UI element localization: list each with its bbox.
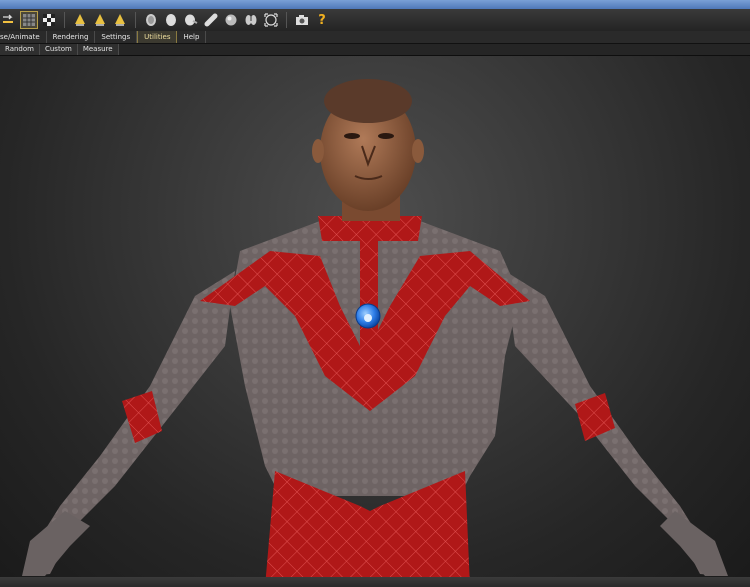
head-tilt-icon[interactable] — [182, 11, 200, 29]
tab-help[interactable]: Help — [177, 31, 207, 43]
tab-settings[interactable]: Settings — [95, 31, 138, 43]
help-glyph: ? — [318, 12, 326, 28]
cone-light-icon[interactable] — [111, 11, 129, 29]
checker-icon[interactable] — [40, 11, 58, 29]
collar-stripe — [360, 221, 378, 386]
figure-left-arm — [22, 271, 235, 576]
toolbar-separator — [135, 12, 136, 28]
figure-head — [312, 79, 424, 211]
toolbar: ? — [0, 9, 750, 32]
tab-rendering[interactable]: Rendering — [47, 31, 96, 43]
subtab-custom[interactable]: Custom — [39, 44, 78, 55]
window-titlebar — [0, 0, 750, 9]
joint-marker[interactable] — [355, 303, 381, 329]
subtab-measure[interactable]: Measure — [77, 44, 119, 55]
figure-right-arm — [505, 271, 728, 576]
help-icon[interactable]: ? — [313, 11, 331, 29]
head-side-icon[interactable] — [162, 11, 180, 29]
tool-arrow-icon[interactable] — [0, 11, 18, 29]
camera-icon[interactable] — [293, 11, 311, 29]
head-back-icon[interactable] — [202, 11, 220, 29]
lungs-icon[interactable] — [242, 11, 260, 29]
figure-render — [22, 79, 728, 587]
grid-icon[interactable] — [20, 11, 38, 29]
subtab-random[interactable]: Random — [0, 44, 40, 55]
tab-pose-animate[interactable]: se/Animate — [0, 31, 47, 43]
head-front-icon[interactable] — [142, 11, 160, 29]
sub-tab-bar: Random Custom Measure — [0, 44, 750, 56]
sphere-icon[interactable] — [222, 11, 240, 29]
menu-tab-bar: se/Animate Rendering Settings Utilities … — [0, 31, 750, 44]
3d-viewport[interactable] — [0, 56, 750, 587]
cone-light-icon[interactable] — [71, 11, 89, 29]
toolbar-separator — [64, 12, 65, 28]
status-strip — [0, 577, 750, 587]
toolbar-separator — [286, 12, 287, 28]
cone-light-icon[interactable] — [91, 11, 109, 29]
tab-utilities[interactable]: Utilities — [137, 31, 178, 43]
frame-icon[interactable] — [262, 11, 280, 29]
